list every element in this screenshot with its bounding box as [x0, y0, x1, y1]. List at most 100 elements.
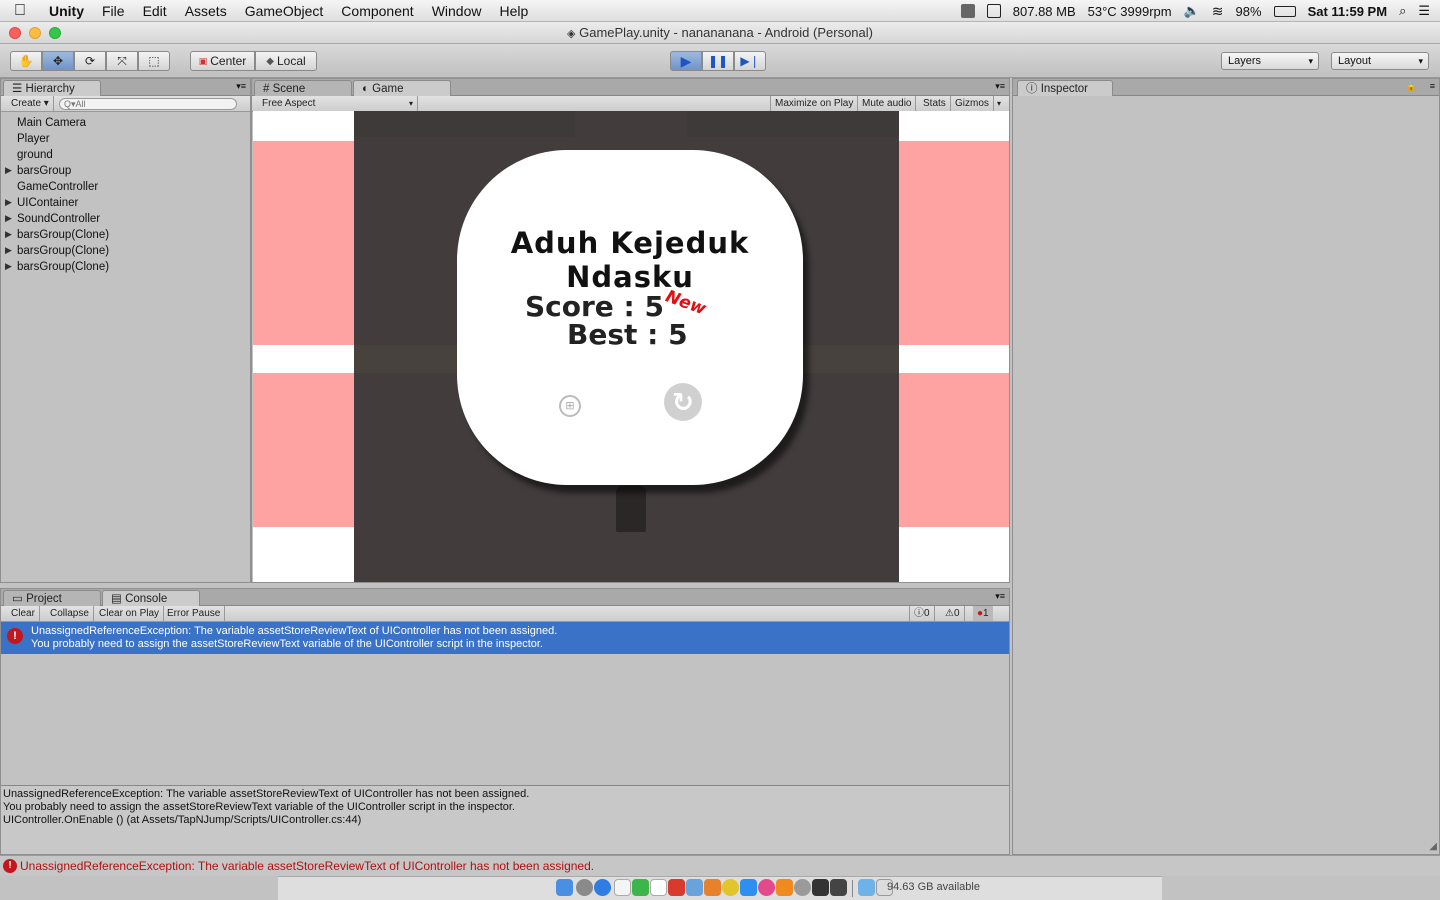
clear-on-play-button[interactable]: Clear on Play	[95, 606, 165, 621]
game-viewport[interactable]: Aduh Kejeduk Ndasku Score : 5 New Best :…	[253, 111, 1009, 582]
expand-arrow-icon[interactable]: ▶	[5, 229, 12, 240]
list-item[interactable]: ▶ barsGroup(Clone)	[5, 261, 109, 273]
vlc-icon[interactable]	[776, 879, 793, 896]
close-window-button[interactable]	[9, 27, 21, 39]
list-item[interactable]: GameController	[17, 181, 98, 193]
preview-icon[interactable]	[686, 879, 703, 896]
restart-icon[interactable]: ↻	[664, 383, 702, 421]
volume-icon[interactable]: 🔈	[1184, 3, 1200, 19]
expand-arrow-icon[interactable]: ▶	[5, 165, 12, 176]
tab-hierarchy[interactable]: ☰ Hierarchy	[3, 80, 101, 96]
pivot-center-toggle[interactable]: ▣ Center	[190, 51, 255, 71]
clock[interactable]: Sat 11:59 PM	[1308, 4, 1388, 19]
notification-center-icon[interactable]: ☰	[1418, 3, 1430, 19]
memory-readout[interactable]: 807.88 MB	[1013, 4, 1076, 19]
status-app-icon[interactable]	[960, 4, 975, 18]
menu-edit[interactable]: Edit	[134, 3, 176, 19]
messages-icon[interactable]	[632, 879, 649, 896]
spotlight-search-icon[interactable]: ⌕	[1399, 3, 1406, 19]
list-item[interactable]: ▶ UIContainer	[5, 197, 78, 209]
maximize-on-play-toggle[interactable]: Maximize on Play	[770, 96, 859, 111]
step-button[interactable]: ▶❘	[734, 51, 766, 71]
list-item[interactable]: ▶ SoundController	[5, 213, 100, 225]
launchpad-icon[interactable]	[576, 879, 593, 896]
wifi-icon[interactable]: ≋	[1212, 3, 1224, 20]
create-dropdown[interactable]: Create ▾	[7, 96, 54, 111]
gizmos-toggle[interactable]: Gizmos	[951, 96, 994, 111]
minimize-window-button[interactable]	[29, 27, 41, 39]
itunes-icon[interactable]	[758, 879, 775, 896]
move-tool-button[interactable]: ✥	[42, 51, 74, 71]
scale-tool-button[interactable]: ⤧	[106, 51, 138, 71]
photo-booth-icon[interactable]	[668, 879, 685, 896]
gizmos-dropdown[interactable]: ▾	[993, 96, 1005, 111]
activity-monitor-icon[interactable]	[830, 879, 847, 896]
list-item[interactable]: Main Camera	[17, 117, 86, 129]
list-item[interactable]: ▶ barsGroup	[5, 165, 71, 177]
layers-dropdown[interactable]: Layers	[1221, 52, 1319, 70]
lock-icon[interactable]: 🔒	[1406, 81, 1417, 92]
stats-toggle[interactable]: Stats	[919, 96, 951, 111]
aspect-dropdown[interactable]: Free Aspect ▾	[258, 96, 418, 111]
expand-arrow-icon[interactable]: ▶	[5, 261, 12, 272]
safari-icon[interactable]	[594, 879, 611, 896]
mute-audio-toggle[interactable]: Mute audio	[858, 96, 917, 111]
downloads-folder-icon[interactable]	[858, 879, 875, 896]
play-button[interactable]: ▶	[670, 51, 702, 71]
tab-scene[interactable]: # Scene	[254, 80, 352, 96]
info-filter-toggle[interactable]: ⓘ0	[909, 606, 935, 621]
hierarchy-search-input[interactable]	[59, 98, 237, 110]
error-pause-button[interactable]: Error Pause	[163, 606, 226, 621]
menu-help[interactable]: Help	[490, 3, 537, 19]
list-item[interactable]: Player	[17, 133, 50, 145]
rotate-tool-button[interactable]: ⟳	[74, 51, 106, 71]
expand-arrow-icon[interactable]: ▶	[5, 213, 12, 224]
menu-window[interactable]: Window	[423, 3, 491, 19]
menu-assets[interactable]: Assets	[176, 3, 236, 19]
pause-button[interactable]: ❚❚	[702, 51, 734, 71]
menu-component[interactable]: Component	[332, 3, 422, 19]
system-preferences-icon[interactable]	[794, 879, 811, 896]
panel-menu-icon[interactable]: ≡	[1430, 81, 1435, 91]
rect-tool-button[interactable]: ⬚	[138, 51, 170, 71]
tab-inspector[interactable]: ⓘ Inspector	[1017, 80, 1113, 96]
leaderboard-icon[interactable]: ⊞	[559, 395, 581, 417]
sublime-icon[interactable]	[704, 879, 721, 896]
panel-menu-icon[interactable]: ▾≡	[995, 591, 1005, 602]
notes-icon[interactable]	[614, 879, 631, 896]
expand-arrow-icon[interactable]: ▶	[5, 245, 12, 256]
resize-grip-icon[interactable]: ◢	[1429, 841, 1437, 852]
space-local-toggle[interactable]: ◆ Local	[255, 51, 317, 71]
panel-menu-icon[interactable]: ▾≡	[236, 81, 246, 92]
status-bar[interactable]: ! UnassignedReferenceException: The vari…	[0, 855, 1440, 876]
tab-project[interactable]: ▭ Project	[3, 590, 101, 606]
app-store-icon[interactable]	[740, 879, 757, 896]
menu-app-unity[interactable]: Unity	[40, 3, 93, 19]
expand-arrow-icon[interactable]: ▶	[5, 197, 12, 208]
warning-filter-toggle[interactable]: ⚠0	[941, 606, 965, 621]
list-item[interactable]: ground	[17, 149, 53, 161]
battery-percent[interactable]: 98%	[1236, 4, 1262, 19]
calendar-icon[interactable]	[650, 879, 667, 896]
menu-file[interactable]: File	[93, 3, 134, 19]
apple-menu-icon[interactable]: 	[0, 2, 40, 20]
chrome-icon[interactable]	[722, 879, 739, 896]
tab-console[interactable]: ▤ Console	[102, 590, 200, 606]
battery-icon[interactable]	[1273, 5, 1296, 17]
tab-game[interactable]: ◐ Game	[353, 80, 451, 96]
menu-gameobject[interactable]: GameObject	[236, 3, 333, 19]
panel-menu-icon[interactable]: ▾≡	[995, 81, 1005, 92]
list-item[interactable]: ▶ barsGroup(Clone)	[5, 245, 109, 257]
list-item[interactable]: ▶ barsGroup(Clone)	[5, 229, 109, 241]
zoom-window-button[interactable]	[49, 27, 61, 39]
status-bookmark-icon[interactable]	[986, 4, 1001, 18]
unity-icon[interactable]	[812, 879, 829, 896]
temp-fan-readout[interactable]: 53°C 3999rpm	[1088, 4, 1172, 19]
clear-button[interactable]: Clear	[7, 606, 40, 621]
finder-icon[interactable]	[556, 879, 573, 896]
error-filter-toggle[interactable]: ●1	[973, 606, 993, 621]
collapse-button[interactable]: Collapse	[46, 606, 94, 621]
hand-tool-button[interactable]: ✋	[10, 51, 42, 71]
layout-dropdown[interactable]: Layout	[1331, 52, 1429, 70]
console-log-entry-selected[interactable]: ! UnassignedReferenceException: The vari…	[1, 622, 1009, 654]
